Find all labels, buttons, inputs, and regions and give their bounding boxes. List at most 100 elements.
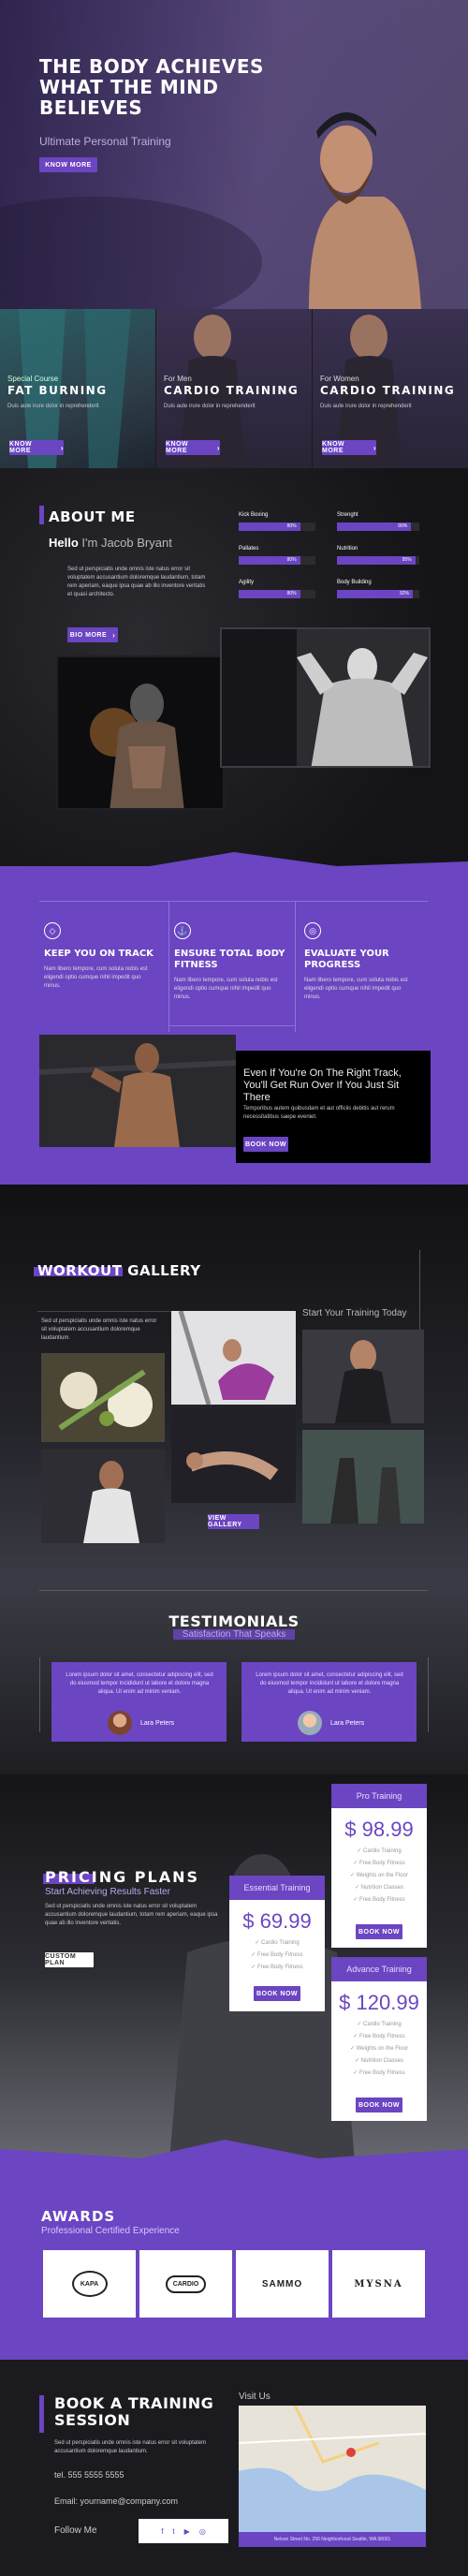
course-card-fat-burning[interactable]: Special Course FAT BURNING Duis aute iru… xyxy=(0,309,155,468)
gallery-photo-floor[interactable] xyxy=(171,1409,296,1503)
woman-workout-image xyxy=(171,1311,296,1405)
testimonial-card: Lorem ipsum dolor sit amet, consectetur … xyxy=(51,1662,227,1742)
card-know-more-button[interactable]: KNOW MORE › xyxy=(166,440,220,455)
plan-name: Essential Training xyxy=(229,1876,325,1900)
about-photo-1 xyxy=(56,655,225,810)
plan-price: $ 98.99 xyxy=(344,1818,414,1841)
youtube-icon[interactable]: ▶ xyxy=(184,2527,190,2536)
avatar xyxy=(108,1711,132,1735)
card-know-more-button[interactable]: KNOW MORE › xyxy=(9,440,64,455)
plan-book-now-button[interactable]: BOOK NOW xyxy=(356,2098,402,2112)
skill-value: 92% xyxy=(399,591,409,596)
section-divider xyxy=(0,2140,468,2172)
gallery-photo-trainer[interactable] xyxy=(302,1330,424,1423)
gallery-heading: WORKOUT GALLERY xyxy=(37,1262,201,1279)
visit-us-label: Visit Us xyxy=(239,2392,271,2402)
testimonial-name: Lara Peters xyxy=(330,1720,365,1727)
divider xyxy=(39,1590,428,1591)
skill-label: Pallates xyxy=(239,546,259,552)
feature-label: Free Body Fitness xyxy=(257,1965,303,1970)
feature-label: Free Body Fitness xyxy=(359,1897,405,1903)
map-image xyxy=(239,2406,426,2532)
boxer-image xyxy=(39,1035,236,1147)
gallery-photo-group[interactable] xyxy=(302,1430,424,1524)
plan-book-now-button[interactable]: BOOK NOW xyxy=(356,1924,402,1939)
about-bio-button[interactable]: BIO MORE › xyxy=(67,627,118,642)
contact-heading-line: SESSION xyxy=(54,2411,131,2429)
feature-label: Cardio Training xyxy=(363,2022,402,2027)
hero-know-more-button[interactable]: KNOW MORE xyxy=(39,157,97,172)
pricing-card-essential: Essential Training $ 69.99 ✓ Cardio Trai… xyxy=(229,1876,325,2011)
awards-subheading: Professional Certified Experience xyxy=(41,2226,180,2236)
cta-book-now-button[interactable]: BOOK NOW xyxy=(243,1137,288,1152)
gallery-start-text: Start Your Training Today xyxy=(302,1308,407,1318)
cta-quote: Even If You're On The Right Track, You'l… xyxy=(243,1067,402,1103)
gallery-section: WORKOUT GALLERY Sed ut perspiciatis unde… xyxy=(0,1185,468,1582)
hero-subtitle: Ultimate Personal Training xyxy=(39,135,171,148)
divider xyxy=(39,901,428,902)
button-label: BOOK NOW xyxy=(358,2101,401,2109)
custom-plan-button[interactable]: CUSTOM PLAN xyxy=(45,1952,94,1967)
feature-label: Free Body Fitness xyxy=(257,1952,303,1958)
award-logo-mysna: MYSNA xyxy=(332,2250,425,2318)
plan-feature: ✓ Cardio Training xyxy=(255,1940,300,1946)
chevron-right-icon: › xyxy=(216,443,220,452)
pricing-card-advance: Advance Training $ 120.99 ✓ Cardio Train… xyxy=(331,1957,427,2121)
skill-label: Body Building xyxy=(337,580,372,585)
section-divider xyxy=(0,852,468,880)
feature-label: Free Body Fitness xyxy=(359,2070,405,2076)
pricing-card-pro: Pro Training $ 98.99 ✓ Cardio Training ✓… xyxy=(331,1784,427,1948)
plan-feature: ✓ Nutrition Classes xyxy=(354,2058,404,2064)
plan-feature: ✓ Free Body Fitness xyxy=(353,2070,405,2076)
social-links: f t ▶ ◎ xyxy=(139,2519,228,2543)
about-photo-2 xyxy=(220,627,431,768)
facebook-icon[interactable]: f xyxy=(161,2527,163,2536)
plan-feature: ✓ Free Body Fitness xyxy=(251,1952,303,1958)
divider xyxy=(168,1025,295,1026)
plan-feature: ✓ Nutrition Classes xyxy=(354,1885,404,1891)
skill-value: 95% xyxy=(402,557,412,563)
award-logo-cardio: CARDIO xyxy=(139,2250,232,2318)
plan-feature: ✓ Free Body Fitness xyxy=(251,1965,303,1970)
card-know-more-button[interactable]: KNOW MORE › xyxy=(322,440,376,455)
skill-bar: 95% xyxy=(337,556,419,565)
chevron-right-icon: › xyxy=(60,443,64,452)
gallery-photo-woman[interactable] xyxy=(171,1311,296,1405)
skill-bar-fill: 80% xyxy=(239,590,300,598)
card-title: CARDIO TRAINING xyxy=(320,384,456,397)
gallery-photo-food[interactable] xyxy=(41,1353,165,1442)
plan-feature: ✓ Cardio Training xyxy=(357,1848,402,1854)
contact-email[interactable]: Email: yourname@company.com xyxy=(54,2496,178,2506)
button-label: BOOK NOW xyxy=(256,1990,299,1997)
man-workout-image xyxy=(41,1450,165,1543)
divider xyxy=(39,1657,40,1732)
course-card-cardio-men[interactable]: For Men CARDIO TRAINING Duis aute irure … xyxy=(156,309,312,468)
testimonials-heading: TESTIMONIALS xyxy=(168,1612,300,1630)
plan-features: ✓ Cardio Training ✓ Free Body Fitness ✓ … xyxy=(229,1937,325,1974)
contact-phone[interactable]: tel. 555 5555 5555 xyxy=(54,2470,124,2480)
card-text: Duis aute irure dolor in reprehenderit xyxy=(164,404,256,409)
card-text: Duis aute irure dolor in reprehenderit xyxy=(7,404,99,409)
plan-book-now-button[interactable]: BOOK NOW xyxy=(254,1986,300,2001)
contact-text: Sed ut perspiciatis unde omnis iste natu… xyxy=(54,2440,207,2454)
skill-bar-fill: 92% xyxy=(337,590,413,598)
feature-text: Nam libero tempore, cum soluta nobis est… xyxy=(174,978,278,1000)
location-map[interactable] xyxy=(239,2406,426,2532)
course-card-cardio-women[interactable]: For Women CARDIO TRAINING Duis aute irur… xyxy=(313,309,468,468)
twitter-icon[interactable]: t xyxy=(172,2527,174,2536)
hero-title: THE BODY ACHIEVES WHAT THE MIND BELIEVES xyxy=(39,56,264,118)
button-label: CUSTOM PLAN xyxy=(45,1953,77,1966)
view-gallery-button[interactable]: VIEW GALLERY xyxy=(208,1514,259,1529)
instagram-icon[interactable]: ◎ xyxy=(199,2527,206,2536)
cta-photo xyxy=(39,1035,236,1147)
map-address: Nelson Street No. 256 Neighborhood Seatt… xyxy=(239,2532,426,2547)
feature-item: ◇ KEEP YOU ON TRACK Nam libero tempore, … xyxy=(44,922,156,991)
button-label: KNOW MORE xyxy=(9,441,33,454)
card-title: FAT BURNING xyxy=(7,384,108,397)
awards-heading: AWARDS xyxy=(41,2208,116,2225)
testimonials-section: TESTIMONIALS Satisfaction That Speaks Lo… xyxy=(0,1582,468,1774)
gallery-photo-man[interactable] xyxy=(41,1450,165,1543)
testimonial-name: Lara Peters xyxy=(140,1720,175,1727)
feature-text: Nam libero tempore, cum soluta nobis est… xyxy=(44,966,148,989)
hero-athlete-image xyxy=(309,112,421,309)
